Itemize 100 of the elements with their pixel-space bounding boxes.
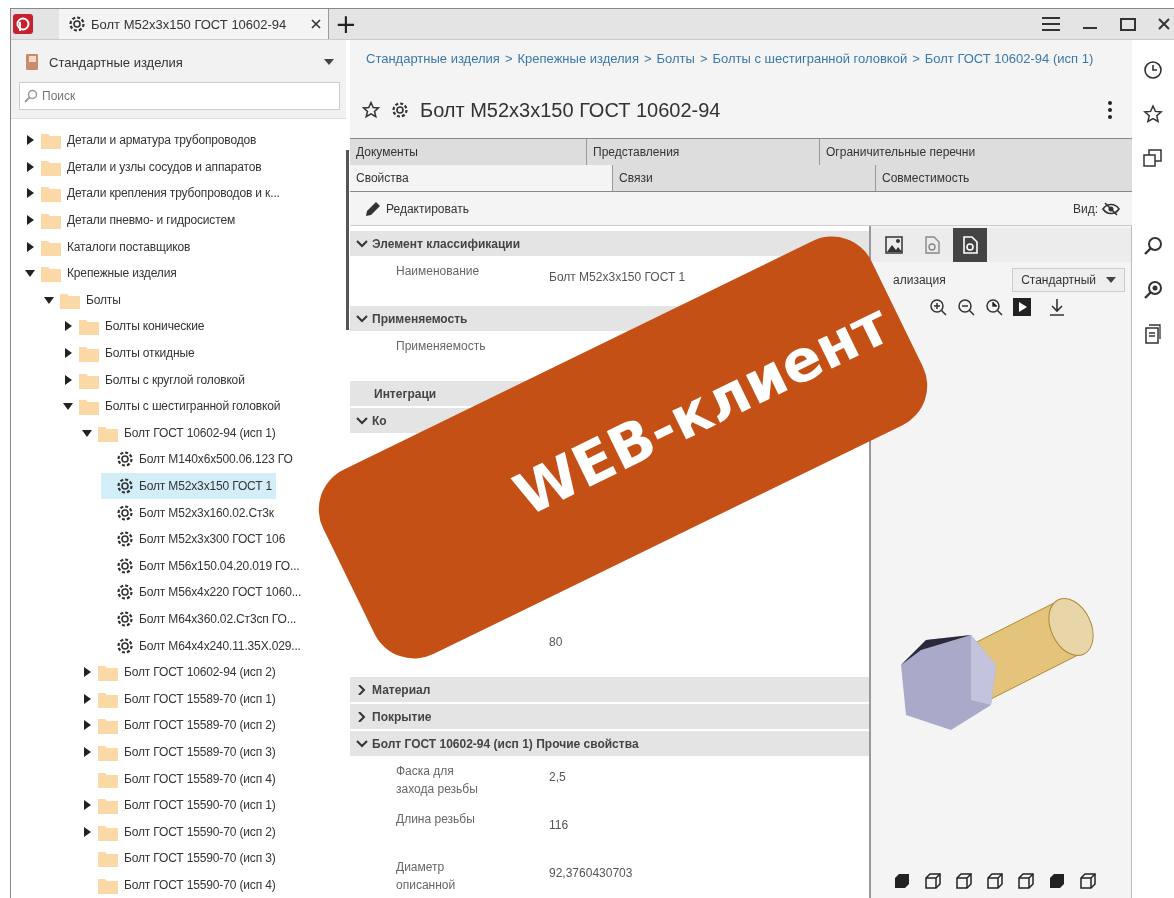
breadcrumb-link[interactable]: Стандартные изделия <box>366 51 500 66</box>
cube-view-icon[interactable] <box>1079 872 1097 890</box>
zoom-out-icon[interactable] <box>957 298 975 316</box>
cube-view-icon[interactable] <box>893 872 911 890</box>
tree-item[interactable]: Болт ГОСТ 15589-70 (исп 1) <box>82 685 280 713</box>
cube-view-icon[interactable] <box>986 872 1004 890</box>
tree-item[interactable]: Болты с шестигранной головкой <box>63 392 285 420</box>
collapsed-arrow-icon[interactable] <box>82 693 92 704</box>
search-field[interactable]: Поиск <box>19 82 340 110</box>
tree-item[interactable]: Болт ГОСТ 15590-70 (исп 3) <box>82 845 280 872</box>
tree-item[interactable]: Болты откидные <box>63 339 199 367</box>
tree-item[interactable]: Болты <box>44 286 125 314</box>
section-header[interactable]: Материал <box>350 682 435 697</box>
tab[interactable]: Свойства <box>350 165 612 191</box>
expanded-arrow-icon[interactable] <box>82 427 92 438</box>
tree-item[interactable]: Болт ГОСТ 15589-70 (исп 3) <box>82 738 280 766</box>
document-tab[interactable]: Болт M52x3x150 ГОСТ 10602-94 <box>59 9 329 39</box>
cube-view-icon[interactable] <box>1017 872 1035 890</box>
tree-item[interactable]: Болт ГОСТ 15589-70 (исп 2) <box>82 712 280 739</box>
new-tab-button[interactable]: + <box>329 11 363 37</box>
zoom-in-icon[interactable] <box>929 298 947 316</box>
breadcrumb-link[interactable]: Болты с шестигранной головкой <box>712 51 908 66</box>
section-header[interactable]: Интеграци <box>350 386 441 401</box>
folder-icon <box>79 397 99 416</box>
close-icon[interactable] <box>310 18 322 30</box>
tree-item[interactable]: Болт M52x3x160.02.Ст3к <box>101 499 278 526</box>
star-icon[interactable] <box>1143 104 1163 124</box>
tree-item[interactable]: Болт ГОСТ 15590-70 (исп 1) <box>82 791 280 819</box>
collapsed-arrow-icon[interactable] <box>25 241 35 252</box>
collapsed-arrow-icon[interactable] <box>63 374 73 385</box>
tree-item[interactable]: Детали и арматура трубопроводов <box>25 127 261 154</box>
library-dropdown[interactable]: Стандартные изделия <box>19 50 340 74</box>
tree-item[interactable]: Болты с круглой головкой <box>63 366 249 393</box>
folder-icon <box>41 264 61 283</box>
collapsed-arrow-icon[interactable] <box>63 348 73 359</box>
collapsed-arrow-icon[interactable] <box>82 667 92 678</box>
chevron-right-icon <box>356 684 368 695</box>
tree-item[interactable]: Болт M64x4x240.11.35X.029... <box>101 632 305 659</box>
visualization-dropdown[interactable]: Стандартный <box>1012 268 1125 292</box>
tree-item[interactable]: Детали и узлы сосудов и аппаратов <box>25 153 266 181</box>
view-mode-button[interactable] <box>953 228 987 262</box>
tree-item[interactable]: Болт M56x4x220 ГОСТ 1060... <box>101 579 306 606</box>
expanded-arrow-icon[interactable] <box>25 268 35 279</box>
breadcrumb-link[interactable]: Крепежные изделия <box>517 51 639 66</box>
section-header[interactable]: Покрытие <box>350 709 436 724</box>
tree-item[interactable]: Детали пневмо- и гидросистем <box>25 206 240 234</box>
breadcrumb-link[interactable]: Болт ГОСТ 10602-94 (исп 1) <box>924 51 1094 66</box>
collapsed-arrow-icon[interactable] <box>82 826 92 837</box>
download-icon[interactable] <box>1049 298 1065 316</box>
zoom-fit-icon[interactable] <box>985 298 1003 316</box>
tab[interactable]: Ограничительные перечни <box>819 139 1129 165</box>
tab[interactable]: Совместимость <box>875 165 1129 191</box>
cube-view-icon[interactable] <box>1048 872 1066 890</box>
tree-item[interactable]: Болт M52x3x300 ГОСТ 106 <box>101 525 290 553</box>
tree-item[interactable]: Болт ГОСТ 15590-70 (исп 2) <box>82 818 280 846</box>
menu-icon[interactable] <box>1042 16 1060 32</box>
document-icon[interactable] <box>1143 324 1163 344</box>
collapsed-arrow-icon[interactable] <box>82 800 92 811</box>
close-icon[interactable] <box>1158 18 1170 30</box>
tree-item[interactable]: Болты конические <box>63 313 209 340</box>
scrollbar-thumb[interactable] <box>346 150 349 330</box>
collapsed-arrow-icon[interactable] <box>25 215 35 226</box>
tree-item[interactable]: Болт ГОСТ 10602-94 (исп 1) <box>82 419 280 447</box>
tree-item[interactable]: Крепежные изделия <box>25 259 181 287</box>
search-icon[interactable] <box>1143 236 1163 256</box>
tree-item[interactable]: Болт ГОСТ 15590-70 (исп 4) <box>82 871 280 898</box>
item-title: Болт M52x3x150 ГОСТ 10602-94 <box>420 98 721 122</box>
cube-view-icon[interactable] <box>924 872 942 890</box>
clock-icon[interactable] <box>1143 60 1163 80</box>
collapsed-arrow-icon[interactable] <box>25 135 35 146</box>
cube-view-icon[interactable] <box>955 872 973 890</box>
copy-icon[interactable] <box>1143 148 1163 168</box>
collapsed-arrow-icon[interactable] <box>63 321 73 332</box>
more-icon[interactable] <box>1108 101 1112 119</box>
maximize-icon[interactable] <box>1120 17 1136 31</box>
star-icon[interactable] <box>362 101 380 119</box>
tree-item[interactable]: Болт M140x6x500.06.123 ГО <box>101 446 297 473</box>
edit-button[interactable]: Редактировать <box>364 199 469 218</box>
section-header[interactable]: Ко <box>350 413 391 428</box>
tree-item[interactable]: Детали крепления трубопроводов и к... <box>25 180 284 207</box>
collapsed-arrow-icon[interactable] <box>25 188 35 199</box>
expanded-arrow-icon[interactable] <box>44 294 54 305</box>
section-header[interactable]: Применяемость <box>350 311 472 326</box>
tree-item[interactable]: Болт ГОСТ 10602-94 (исп 2) <box>82 658 280 686</box>
tree-item[interactable]: Болт M56x150.04.20.019 ГО... <box>101 552 304 580</box>
breadcrumb-link[interactable]: Болты <box>656 51 695 66</box>
collapsed-arrow-icon[interactable] <box>82 746 92 757</box>
tree-item[interactable]: Болт M52x3x150 ГОСТ 1 <box>101 472 277 500</box>
search-gear-icon[interactable] <box>1143 280 1163 300</box>
play-icon[interactable] <box>1013 298 1031 316</box>
collapsed-arrow-icon[interactable] <box>82 720 92 731</box>
collapsed-arrow-icon[interactable] <box>25 161 35 172</box>
tab[interactable]: Документы <box>350 139 586 165</box>
tree-item[interactable]: Болт ГОСТ 15589-70 (исп 4) <box>82 765 280 792</box>
breadcrumb-separator: > <box>699 51 708 66</box>
tab[interactable]: Связи <box>612 165 875 191</box>
tree-item[interactable]: Болт M64x360.02.Ст3сп ГО... <box>101 605 301 633</box>
eye-hidden-icon[interactable] <box>1102 201 1120 216</box>
tree-item[interactable]: Каталоги поставщиков <box>25 233 195 260</box>
expanded-arrow-icon[interactable] <box>63 401 73 412</box>
